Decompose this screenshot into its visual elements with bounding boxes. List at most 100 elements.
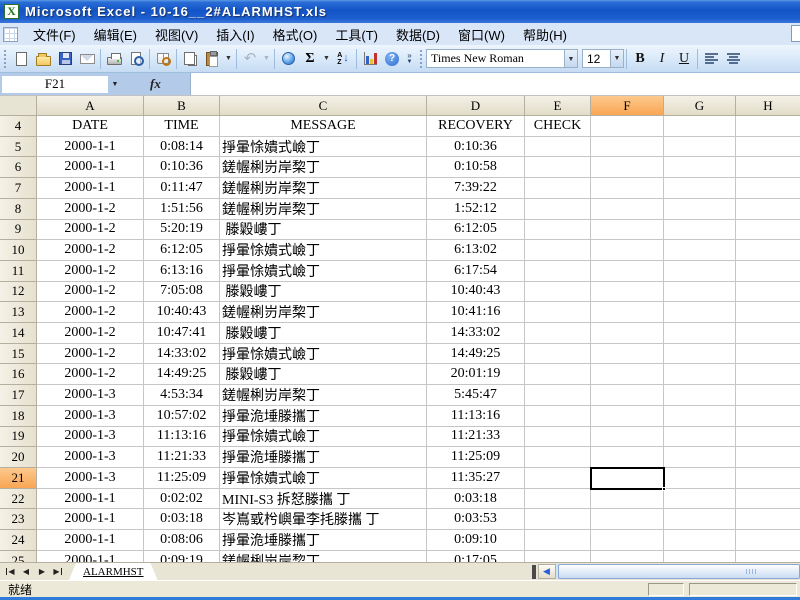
align-center-button[interactable] (722, 48, 744, 70)
cell-G19[interactable] (664, 426, 736, 448)
cell-G24[interactable] (664, 530, 736, 551)
cell-F14[interactable] (591, 323, 664, 344)
row-header-25[interactable]: 25 (0, 550, 37, 562)
cell-G21[interactable] (664, 467, 736, 489)
cell-E16[interactable] (525, 364, 591, 386)
cell-A6[interactable]: 2000-1-1 (37, 157, 144, 179)
first-sheet-button[interactable]: ◀ (2, 564, 18, 580)
cell-H18[interactable] (736, 406, 800, 427)
cell-A7[interactable]: 2000-1-1 (37, 178, 144, 199)
cell-F20[interactable] (591, 447, 664, 468)
cell-D20[interactable]: 11:25:09 (427, 447, 525, 468)
cell-B19[interactable]: 11:13:16 (144, 426, 220, 448)
cell-G14[interactable] (664, 323, 736, 344)
font-name-dropdown-icon[interactable]: ▼ (564, 50, 577, 67)
cell-B18[interactable]: 10:57:02 (144, 405, 220, 427)
cell-F22[interactable] (591, 488, 664, 510)
cell-F6[interactable] (591, 157, 664, 179)
cell-D16[interactable]: 20:01:19 (427, 364, 525, 386)
next-sheet-button[interactable]: ▶ (34, 564, 50, 580)
prev-sheet-button[interactable]: ◀ (18, 564, 34, 580)
cell-C21[interactable]: 掙暈悇嬇式嶮丁 (220, 467, 427, 489)
underline-button[interactable]: U (673, 48, 695, 70)
cell-F11[interactable] (591, 260, 664, 282)
cell-D5[interactable]: 0:10:36 (427, 136, 525, 158)
cell-B23[interactable]: 0:03:18 (144, 509, 220, 531)
cell-F8[interactable] (591, 198, 664, 220)
cell-H15[interactable] (736, 344, 800, 365)
cell-A25[interactable]: 2000-1-1 (37, 550, 144, 562)
cell-G17[interactable] (664, 385, 736, 406)
cell-H16[interactable] (736, 364, 800, 386)
cell-E6[interactable] (525, 157, 591, 179)
cell-D21[interactable]: 11:35:27 (427, 467, 525, 489)
cell-F19[interactable] (591, 426, 664, 448)
row-header-12[interactable]: 12 (0, 281, 37, 303)
row-header-14[interactable]: 14 (0, 323, 37, 344)
row-header-5[interactable]: 5 (0, 136, 37, 158)
cell-D22[interactable]: 0:03:18 (427, 488, 525, 510)
cell-C9[interactable]: 滕毇嶁丁 (220, 219, 427, 241)
cell-H6[interactable] (736, 157, 800, 179)
menu-item-7[interactable]: 窗口(W) (449, 22, 514, 47)
last-sheet-button[interactable]: ▶ (50, 564, 66, 580)
cell-F4[interactable] (591, 116, 664, 137)
cell-C11[interactable]: 掙暈悇嬇式嶮丁 (220, 260, 427, 282)
cell-B7[interactable]: 0:11:47 (144, 178, 220, 199)
cell-A22[interactable]: 2000-1-1 (37, 488, 144, 510)
bold-button[interactable]: B (629, 48, 651, 70)
cell-C10[interactable]: 掙暈悇嬇式嶮丁 (220, 240, 427, 261)
sheet-tab-alarmhst[interactable]: ALARMHST (69, 563, 158, 580)
column-header-D[interactable]: D (427, 96, 525, 116)
cell-A11[interactable]: 2000-1-2 (37, 260, 144, 282)
cell-A5[interactable]: 2000-1-1 (37, 136, 144, 158)
cell-D10[interactable]: 6:13:02 (427, 240, 525, 261)
column-header-E[interactable]: E (525, 96, 591, 116)
cell-A14[interactable]: 2000-1-2 (37, 323, 144, 344)
cell-D11[interactable]: 6:17:54 (427, 260, 525, 282)
cell-G12[interactable] (664, 281, 736, 303)
cell-C22[interactable]: MINI-S3 拆恏滕攜 丁 (220, 488, 427, 510)
paste-button[interactable] (201, 48, 223, 70)
column-header-A[interactable]: A (37, 96, 144, 116)
cell-H19[interactable] (736, 427, 800, 448)
cell-H14[interactable] (736, 323, 800, 344)
column-header-F[interactable]: F (591, 96, 664, 116)
cell-C25[interactable]: 鎈幄梸岃岸棃丁 (220, 550, 427, 562)
hyperlink-button[interactable] (277, 48, 299, 70)
cell-E10[interactable] (525, 240, 591, 261)
menu-item-8[interactable]: 帮助(H) (514, 22, 576, 47)
cell-B24[interactable]: 0:08:06 (144, 530, 220, 551)
cell-E19[interactable] (525, 426, 591, 448)
menu-item-2[interactable]: 视图(V) (146, 22, 207, 47)
scroll-left-icon[interactable]: ◀ (537, 564, 556, 579)
cell-C8[interactable]: 鎈幄梸岃岸棃丁 (220, 198, 427, 220)
cell-E5[interactable] (525, 136, 591, 158)
row-header-21[interactable]: 21 (0, 467, 37, 489)
formatting-toolbar-grip[interactable] (419, 48, 423, 69)
cell-G23[interactable] (664, 509, 736, 531)
cell-H17[interactable] (736, 385, 800, 406)
cell-D6[interactable]: 0:10:58 (427, 157, 525, 179)
cell-D19[interactable]: 11:21:33 (427, 426, 525, 448)
column-header-H[interactable]: H (736, 96, 800, 116)
column-header-G[interactable]: G (664, 96, 736, 116)
cell-B17[interactable]: 4:53:34 (144, 385, 220, 406)
cell-A16[interactable]: 2000-1-2 (37, 364, 144, 386)
cell-G6[interactable] (664, 157, 736, 179)
workbook-icon[interactable] (3, 26, 18, 42)
cell-D15[interactable]: 14:49:25 (427, 343, 525, 365)
cell-H23[interactable] (736, 509, 800, 531)
cell-F13[interactable] (591, 302, 664, 324)
cell-C15[interactable]: 掙暈悇嬇式嶮丁 (220, 343, 427, 365)
cell-C5[interactable]: 掙暈悇嬇式嶮丁 (220, 136, 427, 158)
cell-B10[interactable]: 6:12:05 (144, 240, 220, 261)
menu-item-1[interactable]: 编辑(E) (85, 22, 146, 47)
cell-D12[interactable]: 10:40:43 (427, 281, 525, 303)
cell-F9[interactable] (591, 219, 664, 241)
cell-B25[interactable]: 0:09:19 (144, 550, 220, 562)
cell-D23[interactable]: 0:03:53 (427, 509, 525, 531)
row-header-9[interactable]: 9 (0, 219, 37, 241)
cell-B9[interactable]: 5:20:19 (144, 219, 220, 241)
row-header-4[interactable]: 4 (0, 116, 37, 137)
